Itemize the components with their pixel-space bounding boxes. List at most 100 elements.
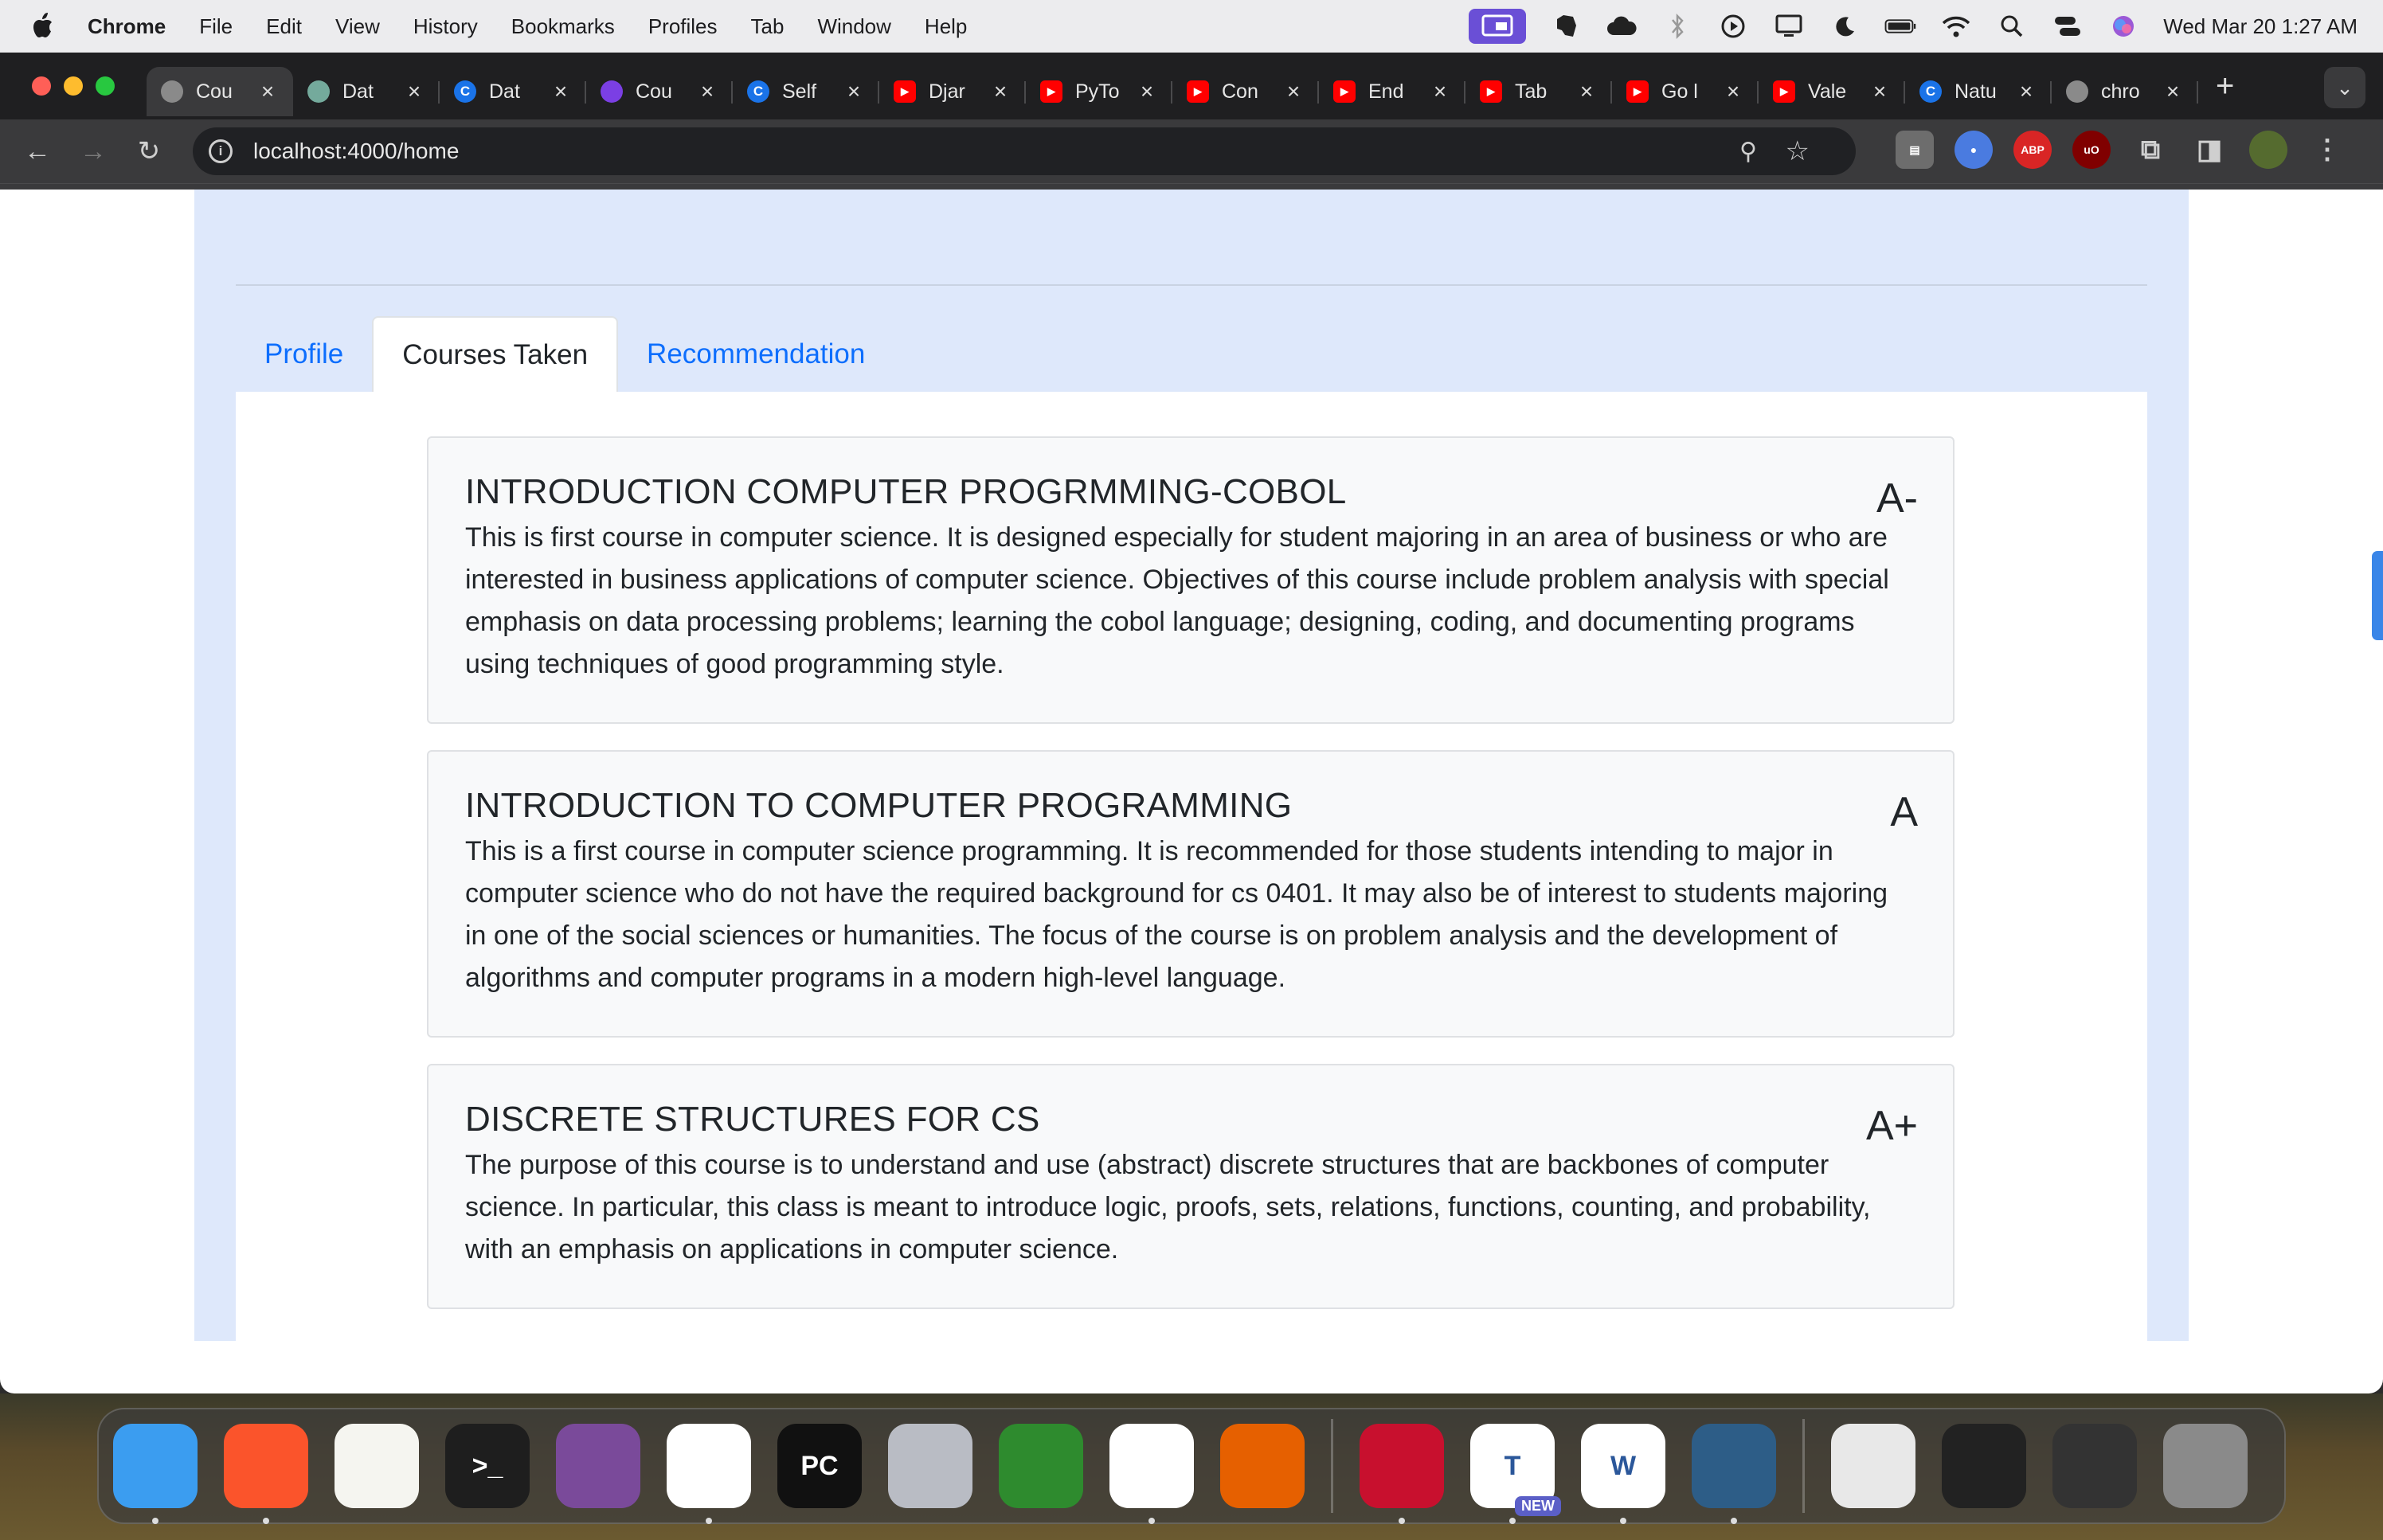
browser-tab-title: Cou bbox=[196, 80, 233, 103]
firefox-icon[interactable] bbox=[1220, 1424, 1305, 1508]
running-indicator bbox=[1731, 1518, 1737, 1524]
browser-tab[interactable]: ▶ PyTo × bbox=[1026, 67, 1172, 116]
browser-tab[interactable]: ▶ Con × bbox=[1172, 67, 1319, 116]
display-icon[interactable] bbox=[1773, 13, 1805, 40]
menu-profiles[interactable]: Profiles bbox=[648, 14, 718, 39]
zoom-icon[interactable]: ⚲ bbox=[1739, 138, 1757, 166]
close-tab-icon[interactable]: × bbox=[1868, 79, 1891, 104]
close-tab-icon[interactable]: × bbox=[1282, 79, 1305, 104]
browser-tab[interactable]: chro × bbox=[2052, 67, 2198, 116]
notes-icon[interactable] bbox=[335, 1424, 419, 1508]
mysql-workbench-icon[interactable] bbox=[1692, 1424, 1776, 1524]
play-circle-icon[interactable] bbox=[1717, 13, 1749, 40]
browser-tab[interactable]: C Natu × bbox=[1905, 67, 2052, 116]
close-tab-icon[interactable]: × bbox=[1722, 79, 1744, 104]
acrobat-icon[interactable] bbox=[1360, 1424, 1444, 1524]
close-tab-icon[interactable]: × bbox=[403, 79, 425, 104]
finder-icon[interactable] bbox=[113, 1424, 198, 1524]
cloud-icon[interactable] bbox=[1606, 13, 1638, 40]
page-scroll-indicator[interactable] bbox=[2372, 551, 2383, 640]
evernote-icon[interactable] bbox=[1550, 13, 1582, 40]
menu-window[interactable]: Window bbox=[817, 14, 890, 39]
menu-help[interactable]: Help bbox=[925, 14, 967, 39]
side-panel-icon[interactable]: ◨ bbox=[2190, 131, 2228, 169]
activity-ring-icon[interactable] bbox=[999, 1424, 1083, 1508]
running-indicator bbox=[263, 1518, 269, 1524]
menu-edit[interactable]: Edit bbox=[266, 14, 302, 39]
close-tab-icon[interactable]: × bbox=[2162, 79, 2184, 104]
apple-menu-icon[interactable] bbox=[30, 10, 57, 42]
back-arrow-icon[interactable]: ← bbox=[19, 133, 56, 170]
ublock-origin-icon[interactable]: uO bbox=[2072, 131, 2111, 169]
forward-arrow-icon[interactable]: → bbox=[75, 133, 112, 170]
url-text[interactable]: localhost:4000/home bbox=[253, 139, 459, 164]
course-description: This is a first course in computer scien… bbox=[465, 835, 1888, 993]
control-center-icon[interactable] bbox=[2052, 13, 2084, 40]
pycharm-icon[interactable]: PC bbox=[777, 1424, 862, 1508]
menu-view[interactable]: View bbox=[335, 14, 380, 39]
launchpad-icon[interactable] bbox=[888, 1424, 972, 1508]
vscode-icon[interactable] bbox=[667, 1424, 751, 1524]
minimize-window-button[interactable] bbox=[64, 76, 83, 96]
browser-tab-title: Natu bbox=[1955, 80, 1997, 103]
vpn-extension-icon[interactable]: ● bbox=[1955, 131, 1993, 169]
menu-bookmarks[interactable]: Bookmarks bbox=[511, 14, 615, 39]
close-tab-icon[interactable]: × bbox=[1429, 79, 1451, 104]
moon-icon[interactable] bbox=[1829, 13, 1861, 40]
browser-tab[interactable]: ▶ Tab × bbox=[1465, 67, 1612, 116]
chrome-icon[interactable] bbox=[1109, 1424, 1194, 1524]
menu-file[interactable]: File bbox=[199, 14, 233, 39]
close-window-button[interactable] bbox=[32, 76, 51, 96]
browser-tab[interactable]: Cou × bbox=[147, 67, 293, 116]
siri-icon[interactable] bbox=[2107, 13, 2139, 40]
profile-avatar[interactable] bbox=[2249, 131, 2287, 169]
word-icon[interactable]: W bbox=[1581, 1424, 1665, 1524]
browser-tab[interactable]: ▶ Vale × bbox=[1759, 67, 1905, 116]
trash-icon[interactable] bbox=[2163, 1424, 2248, 1508]
close-tab-icon[interactable]: × bbox=[696, 79, 718, 104]
close-tab-icon[interactable]: × bbox=[843, 79, 865, 104]
maximize-window-button[interactable] bbox=[96, 76, 115, 96]
close-tab-icon[interactable]: × bbox=[256, 79, 279, 104]
tab-courses-taken[interactable]: Courses Taken bbox=[372, 316, 619, 392]
tab-profile[interactable]: Profile bbox=[236, 316, 372, 392]
close-tab-icon[interactable]: × bbox=[550, 79, 572, 104]
close-tab-icon[interactable]: × bbox=[1136, 79, 1158, 104]
close-tab-icon[interactable]: × bbox=[2015, 79, 2037, 104]
browser-tab[interactable]: Dat × bbox=[293, 67, 440, 116]
tab-recommendation[interactable]: Recommendation bbox=[618, 316, 894, 392]
reload-icon[interactable]: ↻ bbox=[131, 133, 167, 170]
brave-icon[interactable] bbox=[224, 1424, 308, 1524]
preview-window-icon[interactable] bbox=[1831, 1424, 1915, 1508]
extensions-puzzle-icon[interactable]: ⧉ bbox=[2131, 131, 2170, 169]
chrome-window-icon[interactable] bbox=[2052, 1424, 2137, 1508]
browser-tab[interactable]: C Self × bbox=[733, 67, 879, 116]
menu-app-name[interactable]: Chrome bbox=[88, 14, 166, 39]
new-tab-button[interactable]: + bbox=[2216, 68, 2234, 104]
spotlight-search-icon[interactable] bbox=[1996, 13, 2028, 40]
menubar-clock[interactable]: Wed Mar 20 1:27 AM bbox=[2163, 14, 2358, 39]
browser-tab[interactable]: ▶ End × bbox=[1319, 67, 1465, 116]
menu-history[interactable]: History bbox=[413, 14, 478, 39]
winrar-icon[interactable] bbox=[556, 1424, 640, 1508]
teams-icon[interactable]: T NEW bbox=[1470, 1424, 1561, 1524]
browser-tab[interactable]: ▶ Djar × bbox=[879, 67, 1026, 116]
screen-share-icon[interactable] bbox=[1469, 9, 1527, 44]
bookmark-star-icon[interactable]: ☆ bbox=[1786, 135, 1810, 167]
browser-tab[interactable]: Cou × bbox=[586, 67, 733, 116]
menu-tab[interactable]: Tab bbox=[751, 14, 785, 39]
close-tab-icon[interactable]: × bbox=[1575, 79, 1598, 104]
bluetooth-off-icon[interactable] bbox=[1661, 13, 1693, 40]
tab-search-button[interactable]: ⌄ bbox=[2324, 67, 2365, 108]
adblock-plus-icon[interactable]: ABP bbox=[2013, 131, 2052, 169]
sidebar-notes-extension-icon[interactable]: ▤ bbox=[1896, 131, 1934, 169]
terminal-window-icon[interactable] bbox=[1942, 1424, 2026, 1508]
terminal-icon[interactable]: >_ bbox=[445, 1424, 530, 1508]
browser-tab[interactable]: C Dat × bbox=[440, 67, 586, 116]
address-bar[interactable]: i localhost:4000/home ⚲ ☆ bbox=[193, 127, 1856, 175]
close-tab-icon[interactable]: × bbox=[989, 79, 1012, 104]
chrome-menu-icon[interactable]: ⋮ bbox=[2308, 131, 2346, 169]
site-info-icon[interactable]: i bbox=[209, 139, 233, 163]
browser-tab[interactable]: ▶ Go l × bbox=[1612, 67, 1759, 116]
wifi-icon[interactable] bbox=[1940, 13, 1972, 40]
